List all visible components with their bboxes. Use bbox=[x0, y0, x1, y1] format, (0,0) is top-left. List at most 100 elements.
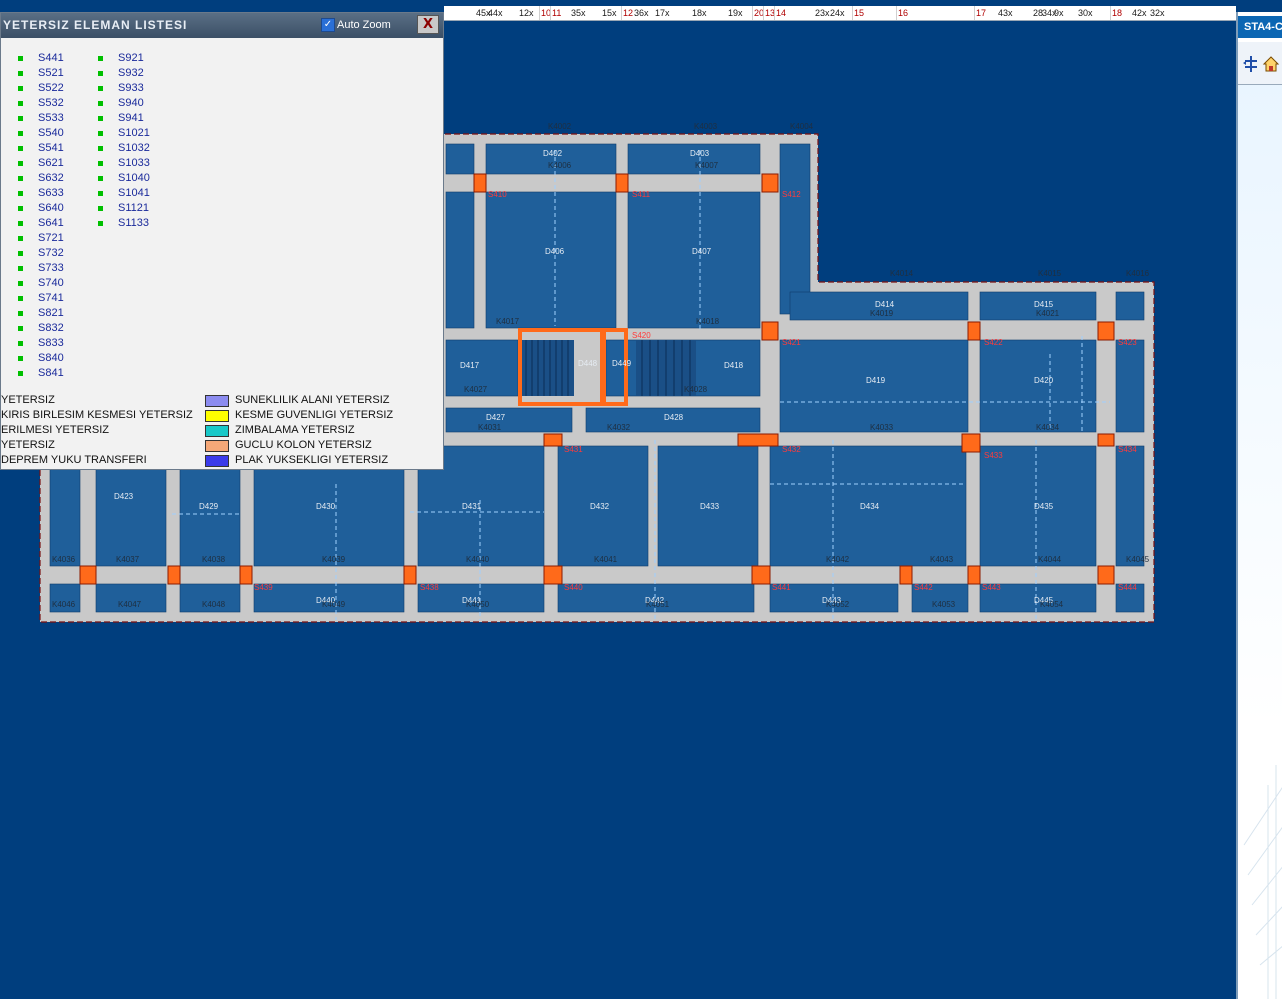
slab-label: D448 bbox=[578, 359, 598, 368]
home-icon[interactable] bbox=[1262, 54, 1280, 74]
status-dot-icon bbox=[18, 221, 23, 226]
column-label: S433 bbox=[984, 451, 1003, 460]
status-dot-icon bbox=[98, 131, 103, 136]
checkmark-icon[interactable]: ✓ bbox=[321, 18, 335, 32]
beam-label: K4045 bbox=[1126, 555, 1150, 564]
beam-label: K4007 bbox=[695, 161, 719, 170]
status-dot-icon bbox=[18, 101, 23, 106]
element-label: S1032 bbox=[118, 142, 150, 154]
status-dot-icon bbox=[18, 236, 23, 241]
beam-label: K4052 bbox=[826, 600, 850, 609]
status-dot-icon bbox=[18, 266, 23, 271]
side-panel: STA4-C bbox=[1236, 12, 1282, 999]
beam-label: K4002 bbox=[548, 122, 572, 131]
legend-swatch bbox=[205, 395, 229, 407]
beam-label: K4021 bbox=[1036, 309, 1060, 318]
legend-text: ERILMESI YETERSIZ bbox=[1, 424, 109, 436]
column-label: S420 bbox=[632, 331, 651, 340]
element-label: S832 bbox=[38, 322, 64, 334]
element-label: S533 bbox=[38, 112, 64, 124]
element-label: S741 bbox=[38, 292, 64, 304]
status-dot-icon bbox=[18, 146, 23, 151]
ruler-tick bbox=[621, 6, 622, 20]
status-dot-icon bbox=[18, 161, 23, 166]
ruler-label: 9x bbox=[1054, 8, 1064, 18]
element-label: S1021 bbox=[118, 127, 150, 139]
network-icon[interactable] bbox=[1242, 54, 1260, 74]
element-label: S740 bbox=[38, 277, 64, 289]
beam-label: K4036 bbox=[52, 555, 76, 564]
legend-swatch bbox=[205, 425, 229, 437]
legend-swatch bbox=[205, 455, 229, 467]
column-label: S439 bbox=[254, 583, 273, 592]
beam-label: K4006 bbox=[548, 161, 572, 170]
column-label: S438 bbox=[420, 583, 439, 592]
beam-label: K4027 bbox=[464, 385, 488, 394]
insufficient-element-list-window[interactable]: YETERSIZ ELEMAN LISTESI ✓ Auto Zoom X S4… bbox=[0, 12, 444, 470]
legend-text: YETERSIZ bbox=[1, 394, 55, 406]
beam-label: K4040 bbox=[466, 555, 490, 564]
slab-label: D428 bbox=[664, 413, 684, 422]
status-dot-icon bbox=[98, 176, 103, 181]
slab-label: D407 bbox=[692, 247, 712, 256]
status-dot-icon bbox=[18, 296, 23, 301]
beam-label: K4046 bbox=[52, 600, 76, 609]
slab-label: D434 bbox=[860, 502, 880, 511]
element-label: S633 bbox=[38, 187, 64, 199]
beam-label: K4041 bbox=[594, 555, 618, 564]
beam-label: K4048 bbox=[202, 600, 226, 609]
element-label: S1041 bbox=[118, 187, 150, 199]
element-label: S1121 bbox=[118, 202, 149, 214]
beam-label: K4019 bbox=[870, 309, 894, 318]
legend-label: KESME GUVENLIGI YETERSIZ bbox=[235, 409, 394, 421]
list-window-header[interactable]: YETERSIZ ELEMAN LISTESI ✓ Auto Zoom X bbox=[1, 13, 443, 38]
status-dot-icon bbox=[18, 131, 23, 136]
ruler-tick bbox=[774, 6, 775, 20]
slab-label: D420 bbox=[1034, 376, 1054, 385]
status-dot-icon bbox=[18, 251, 23, 256]
side-panel-title: STA4-C bbox=[1238, 16, 1282, 38]
ruler-tick bbox=[550, 6, 551, 20]
element-label: S940 bbox=[118, 97, 144, 109]
element-label: S640 bbox=[38, 202, 64, 214]
ruler-label: 15x bbox=[602, 8, 617, 18]
status-dot-icon bbox=[18, 71, 23, 76]
slab-label: D418 bbox=[724, 361, 744, 370]
close-button[interactable]: X bbox=[417, 15, 439, 34]
slab-label: D429 bbox=[199, 502, 219, 511]
beam-label: K4049 bbox=[322, 600, 346, 609]
element-label: S933 bbox=[118, 82, 144, 94]
element-label: S941 bbox=[118, 112, 144, 124]
ruler-label: 15 bbox=[854, 8, 865, 18]
status-dot-icon bbox=[18, 356, 23, 361]
beam-label: K4033 bbox=[870, 423, 894, 432]
status-dot-icon bbox=[98, 86, 103, 91]
slab-label: D433 bbox=[700, 502, 720, 511]
auto-zoom-label: Auto Zoom bbox=[337, 19, 391, 31]
ruler-label: 44x bbox=[488, 8, 503, 18]
status-dot-icon bbox=[98, 161, 103, 166]
status-dot-icon bbox=[18, 281, 23, 286]
perspective-grid-icon bbox=[1243, 765, 1282, 999]
side-toolbar bbox=[1238, 42, 1282, 85]
legend-label: GUCLU KOLON YETERSIZ bbox=[235, 439, 372, 451]
ruler-label: 36x bbox=[634, 8, 649, 18]
status-dot-icon bbox=[18, 206, 23, 211]
legend-swatch bbox=[205, 440, 229, 452]
ruler-label: 32x bbox=[1150, 8, 1165, 18]
slab-label: D432 bbox=[590, 502, 610, 511]
beam-label: K4044 bbox=[1038, 555, 1062, 564]
top-ruler[interactable]: 45x 44x 12x 10 11 35x 15x 12 36x 17x 18x 19x 20 13 14 2… bbox=[444, 6, 1236, 21]
status-dot-icon bbox=[18, 116, 23, 121]
ruler-tick bbox=[763, 6, 764, 20]
column-label: S441 bbox=[772, 583, 791, 592]
beam-label: K4039 bbox=[322, 555, 346, 564]
status-dot-icon bbox=[98, 116, 103, 121]
element-label: S821 bbox=[38, 307, 64, 319]
beam-label: K4034 bbox=[1036, 423, 1060, 432]
element-label: S1133 bbox=[118, 217, 149, 229]
element-label: S721 bbox=[38, 232, 64, 244]
ruler-label: 11 bbox=[552, 8, 562, 18]
ruler-label: 24x bbox=[830, 8, 845, 18]
element-label: S833 bbox=[38, 337, 64, 349]
